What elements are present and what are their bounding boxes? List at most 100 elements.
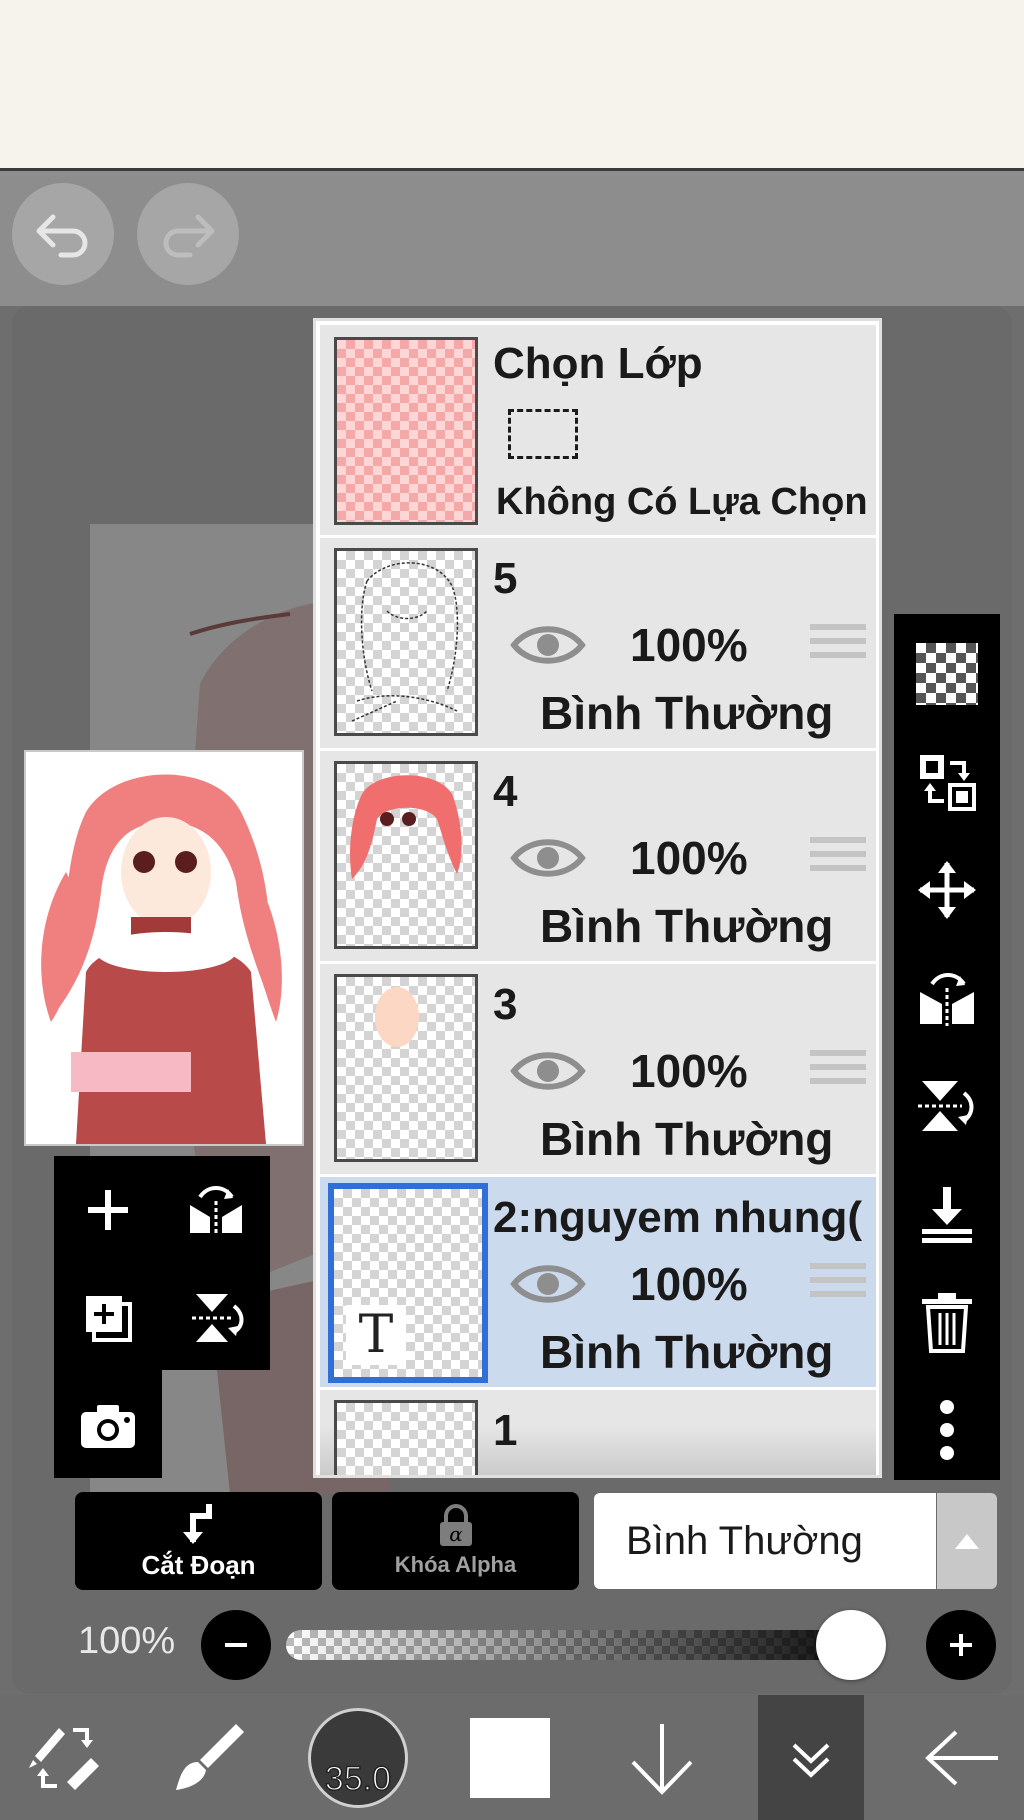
layer-row[interactable]: 3 100% Bình Thường [320, 964, 876, 1177]
skin-thumbnail [375, 987, 419, 1047]
duplicate-layer-icon [86, 1296, 132, 1342]
more-options-button[interactable] [894, 1376, 1000, 1484]
transparency-button[interactable] [894, 620, 1000, 728]
redo-button[interactable] [137, 183, 239, 285]
camera-import-button[interactable] [54, 1372, 162, 1480]
clip-button[interactable]: Cắt Đoạn [75, 1492, 322, 1590]
selection-layer-title: Chọn Lớp [493, 339, 703, 388]
pink-hair-thumbnail [350, 775, 462, 879]
flip-horizontal-layer-button[interactable] [162, 1156, 270, 1264]
layer-opacity: 100% [630, 619, 748, 671]
lock-icon: α [439, 1504, 472, 1546]
brush-size-button[interactable]: 35.0 [302, 1695, 414, 1820]
replace-layer-button[interactable] [894, 728, 1000, 836]
tool-swap-button[interactable] [0, 1695, 130, 1820]
back-arrow-icon [925, 1730, 998, 1785]
layer-thumbnail [334, 974, 478, 1162]
layers-icon [792, 1743, 830, 1778]
brush-size-icon: 35.0 [308, 1707, 408, 1808]
selection-layer-row[interactable]: Chọn Lớp Không Có Lựa Chọn [320, 325, 876, 538]
drag-handle-icon[interactable] [810, 624, 866, 666]
toolbar [0, 171, 1024, 306]
opacity-decrease-button[interactable] [201, 1610, 271, 1680]
layer-down-button[interactable] [612, 1695, 712, 1820]
visibility-eye-icon[interactable] [510, 833, 586, 883]
flip-vertical-button[interactable] [894, 1052, 1000, 1160]
visibility-eye-icon[interactable] [510, 1046, 586, 1096]
trash-icon [922, 1293, 972, 1353]
layers-button[interactable] [758, 1695, 864, 1820]
opacity-slider-thumb[interactable] [816, 1610, 886, 1680]
layer-blend-mode: Bình Thường [540, 1113, 834, 1165]
layer-name: 3 [493, 980, 518, 1029]
layer-opacity: 100% [630, 832, 748, 884]
layer-opacity: 100% [630, 1045, 748, 1097]
move-layer-button[interactable] [894, 836, 1000, 944]
layer-row[interactable]: 4 100% Bình Thường [320, 751, 876, 964]
flip-vertical-icon [192, 1294, 244, 1342]
flip-vertical-icon [918, 1081, 974, 1131]
alpha-lock-button[interactable]: α Khóa Alpha [332, 1492, 579, 1590]
layers-panel: Chọn Lớp Không Có Lựa Chọn 5 100% Bình T… [313, 318, 882, 1478]
duplicate-layer-button[interactable] [54, 1264, 162, 1372]
brush-tool-button[interactable] [160, 1695, 260, 1820]
flip-vertical-layer-button[interactable] [162, 1264, 270, 1372]
layer-thumbnail: T [328, 1183, 488, 1383]
text-layer-icon: T [346, 1305, 406, 1365]
drag-handle-icon[interactable] [810, 1050, 866, 1092]
layer-opacity: 100% [630, 1258, 748, 1310]
selection-layer-subtitle: Không Có Lựa Chọn [496, 481, 868, 523]
brush-size-value: 35.0 [324, 1759, 392, 1799]
triangle-up-icon [955, 1534, 979, 1549]
down-arrow-icon [631, 1723, 693, 1795]
layer-thumbnail [334, 548, 478, 736]
layer-blend-mode: Bình Thường [540, 1326, 834, 1378]
add-layer-button[interactable] [54, 1156, 162, 1264]
line-art-thumbnail [351, 562, 459, 722]
flip-horizontal-icon [190, 1186, 242, 1235]
opacity-slider-track[interactable] [286, 1630, 886, 1660]
layer-row-selected[interactable]: T 2:nguyem nhung( 100% Bình Thường [320, 1177, 876, 1390]
delete-layer-button[interactable] [894, 1268, 1000, 1376]
selection-layer-thumbnail [334, 337, 478, 525]
add-layer-icon [88, 1190, 128, 1230]
opacity-increase-button[interactable] [926, 1610, 996, 1680]
back-button[interactable] [900, 1695, 1024, 1820]
plus-icon [950, 1634, 972, 1656]
more-icon [940, 1400, 954, 1460]
drag-handle-icon[interactable] [810, 837, 866, 879]
clip-label: Cắt Đoạn [141, 1549, 256, 1580]
navigator-thumbnail[interactable] [24, 750, 304, 1146]
clip-icon [182, 1503, 212, 1544]
layer-name: 1 [493, 1406, 518, 1455]
layer-blend-mode: Bình Thường [540, 687, 834, 739]
color-picker-button[interactable] [460, 1695, 560, 1820]
blend-mode-dropdown-button[interactable] [937, 1493, 997, 1589]
layer-thumbnail [334, 1400, 478, 1475]
merge-down-button[interactable] [894, 1160, 1000, 1268]
camera-icon [81, 1405, 135, 1448]
layer-row[interactable]: 5 100% Bình Thường [320, 538, 876, 751]
minus-icon [225, 1643, 247, 1647]
drag-handle-icon[interactable] [810, 1263, 866, 1305]
undo-button[interactable] [12, 183, 114, 285]
layer-name: 4 [493, 767, 518, 816]
alpha-lock-label: Khóa Alpha [394, 1552, 517, 1577]
layer-row[interactable]: 1 [320, 1390, 876, 1475]
visibility-eye-icon[interactable] [510, 620, 586, 670]
blend-mode-select[interactable]: Bình Thường [594, 1493, 936, 1589]
svg-text:α: α [449, 1522, 463, 1546]
brush-icon [176, 1723, 244, 1790]
selection-marquee-icon [508, 409, 578, 459]
undo-icon [36, 214, 88, 258]
flip-horizontal-button[interactable] [894, 944, 1000, 1052]
layer-actions-panel [894, 614, 1000, 1480]
layer-name: 2:nguyem nhung( [493, 1193, 863, 1242]
navigator-preview-image [26, 752, 302, 1144]
color-icon [470, 1717, 550, 1798]
transparency-icon [916, 643, 978, 705]
blend-mode-value: Bình Thường [626, 1518, 863, 1563]
layer-blend-mode: Bình Thường [540, 900, 834, 952]
layer-name: 5 [493, 554, 518, 603]
visibility-eye-icon[interactable] [510, 1259, 586, 1309]
